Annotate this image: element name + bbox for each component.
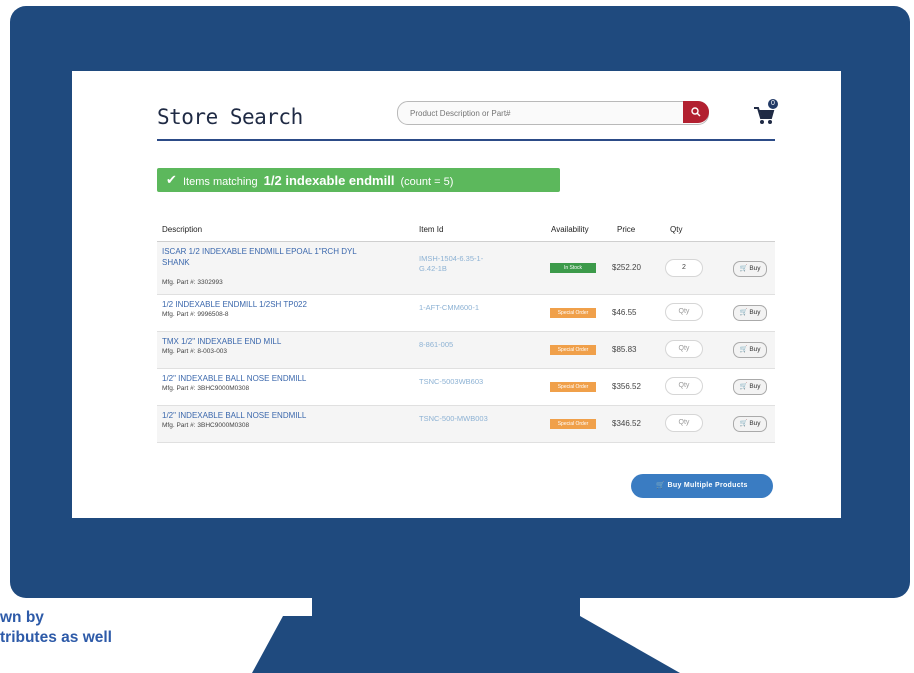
buy-button[interactable]: 🛒 Buy: [733, 261, 767, 277]
search-button[interactable]: [683, 101, 709, 123]
product-description-link[interactable]: 1/2" INDEXABLE BALL NOSE ENDMILL: [162, 373, 384, 384]
product-description-link[interactable]: ISCAR 1/2 INDEXABLE ENDMILL EPOAL 1"RCH …: [162, 246, 384, 268]
title-divider: [157, 139, 775, 141]
buy-label: Buy: [749, 383, 761, 390]
price: $85.83: [612, 345, 637, 354]
buy-label: Buy: [749, 346, 761, 353]
item-id-link[interactable]: TSNC-500-MWB003: [419, 414, 499, 424]
search-icon: [691, 107, 701, 117]
results-banner: ✔ Items matching 1/2 indexable endmill (…: [157, 168, 560, 192]
buy-button[interactable]: 🛒 Buy: [733, 305, 767, 321]
mfg-part-number: Mfg. Part #: 3BHC9000M0308: [162, 385, 250, 392]
check-icon: ✔: [166, 172, 177, 187]
mfg-part-number: Mfg. Part #: 8-003-003: [162, 348, 228, 355]
search-input[interactable]: [408, 104, 682, 122]
qty-input[interactable]: Qty: [665, 340, 703, 358]
product-description-link[interactable]: 1/2" INDEXABLE BALL NOSE ENDMILL: [162, 410, 384, 421]
item-id-link[interactable]: TSNC-5003WB603: [419, 377, 499, 387]
item-id-link[interactable]: IMSH-1504-6.35-1-G.42-1B: [419, 254, 499, 274]
buy-label: Buy: [749, 309, 761, 316]
caption-text: wn by tributes as well: [0, 608, 112, 648]
buy-button[interactable]: 🛒 Buy: [733, 379, 767, 395]
buy-multiple-label: Buy Multiple Products: [667, 482, 748, 489]
buy-multiple-products-button[interactable]: 🛒 Buy Multiple Products: [631, 474, 773, 498]
store-search-screen: Store Search 0 ✔ Items matching 1/2 inde…: [72, 71, 841, 518]
header-qty: Qty: [670, 225, 683, 234]
mfg-part-number: Mfg. Part #: 3BHC9000M0308: [162, 422, 250, 429]
table-row: TMX 1/2" INDEXABLE END MILL Mfg. Part #:…: [157, 332, 775, 369]
mfg-part-number: Mfg. Part #: 9996508-8: [162, 311, 229, 318]
availability-badge: Special Order: [550, 345, 596, 355]
mfg-part-number: Mfg. Part #: 3302993: [162, 279, 223, 286]
price: $252.20: [612, 263, 641, 272]
table-row: 1/2" INDEXABLE BALL NOSE ENDMILL Mfg. Pa…: [157, 369, 775, 406]
header-item-id[interactable]: Item Id: [419, 225, 443, 234]
price: $356.52: [612, 382, 641, 391]
qty-input[interactable]: Qty: [665, 414, 703, 432]
results-count: (count = 5): [400, 176, 454, 188]
product-description-link[interactable]: TMX 1/2" INDEXABLE END MILL: [162, 336, 384, 347]
table-row: 1/2" INDEXABLE BALL NOSE ENDMILL Mfg. Pa…: [157, 406, 775, 443]
caption-line-2: tributes as well: [0, 629, 112, 646]
monitor-base: [252, 616, 680, 673]
availability-badge: Special Order: [550, 308, 596, 318]
cart-count-badge: 0: [768, 99, 778, 109]
price: $46.55: [612, 308, 637, 317]
item-id-link[interactable]: 1-AFT-CMM600-1: [419, 303, 499, 313]
availability-badge: In Stock: [550, 263, 596, 273]
qty-input[interactable]: 2: [665, 259, 703, 277]
availability-badge: Special Order: [550, 419, 596, 429]
results-prefix: Items matching: [183, 176, 258, 188]
results-term: 1/2 indexable endmill: [263, 173, 395, 188]
page-title: Store Search: [157, 105, 303, 129]
availability-badge: Special Order: [550, 382, 596, 392]
qty-input[interactable]: Qty: [665, 377, 703, 395]
buy-label: Buy: [749, 265, 761, 272]
item-id-link[interactable]: 8-861-005: [419, 340, 499, 350]
header-description[interactable]: Description: [162, 225, 202, 234]
monitor-neck: [312, 590, 580, 618]
results-text: Items matching 1/2 indexable endmill (co…: [183, 173, 453, 188]
table-row: 1/2 INDEXABLE ENDMILL 1/2SH TP022 Mfg. P…: [157, 295, 775, 332]
table-row: ISCAR 1/2 INDEXABLE ENDMILL EPOAL 1"RCH …: [157, 242, 775, 295]
product-description-link[interactable]: 1/2 INDEXABLE ENDMILL 1/2SH TP022: [162, 299, 384, 310]
search-bar: [397, 101, 709, 125]
buy-button[interactable]: 🛒 Buy: [733, 416, 767, 432]
buy-button[interactable]: 🛒 Buy: [733, 342, 767, 358]
buy-label: Buy: [749, 420, 761, 427]
caption-line-1: wn by: [0, 609, 44, 626]
price: $346.52: [612, 419, 641, 428]
qty-input[interactable]: Qty: [665, 303, 703, 321]
header-availability[interactable]: Availability: [551, 225, 589, 234]
header-price[interactable]: Price: [617, 225, 635, 234]
